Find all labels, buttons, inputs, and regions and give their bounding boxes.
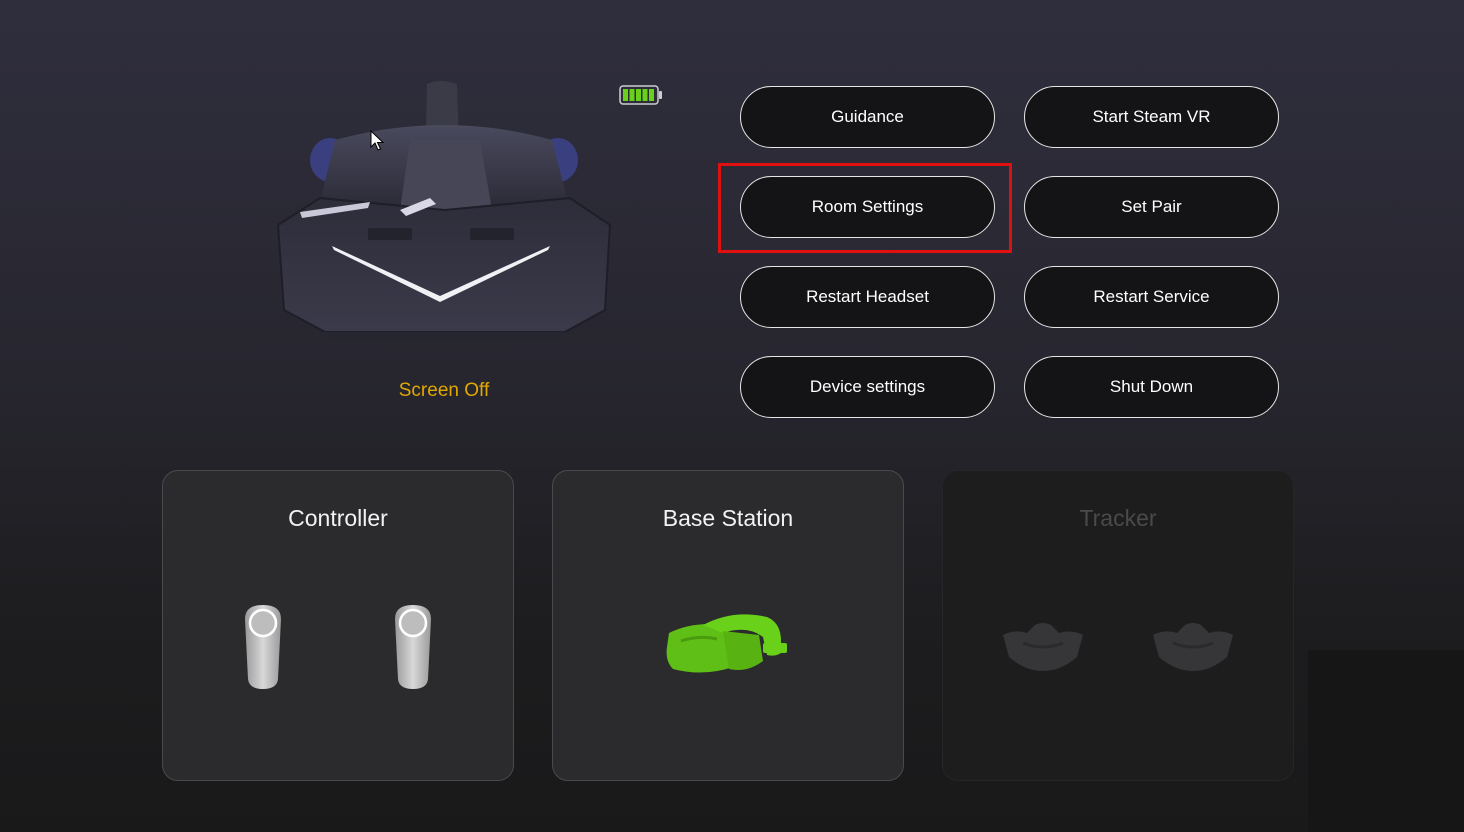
mouse-cursor-icon (370, 129, 385, 152)
tracker-card-title: Tracker (1079, 505, 1157, 531)
set-pair-button[interactable]: Set Pair (1024, 176, 1279, 238)
vr-headset-icon (260, 70, 630, 360)
base-station-card-title: Base Station (662, 505, 794, 531)
device-settings-button[interactable]: Device settings (740, 356, 995, 418)
restart-service-button[interactable]: Restart Service (1024, 266, 1279, 328)
bottom-right-overlay (1308, 650, 1464, 832)
shut-down-button[interactable]: Shut Down (1024, 356, 1279, 418)
tracker-icon (1001, 621, 1241, 681)
controller-card-title: Controller (288, 505, 388, 531)
tracker-card[interactable]: Tracker (942, 470, 1294, 781)
headset-screen-status: Screen Off (398, 380, 490, 401)
controller-card[interactable]: Controller (162, 470, 514, 781)
base-station-card[interactable]: Base Station (552, 470, 904, 781)
room-settings-button[interactable]: Room Settings (740, 176, 995, 238)
start-steam-vr-button[interactable]: Start Steam VR (1024, 86, 1279, 148)
base-station-icon (663, 611, 793, 686)
controller-icon (241, 601, 441, 701)
battery-full-icon (619, 85, 662, 105)
guidance-button[interactable]: Guidance (740, 86, 995, 148)
restart-headset-button[interactable]: Restart Headset (740, 266, 995, 328)
